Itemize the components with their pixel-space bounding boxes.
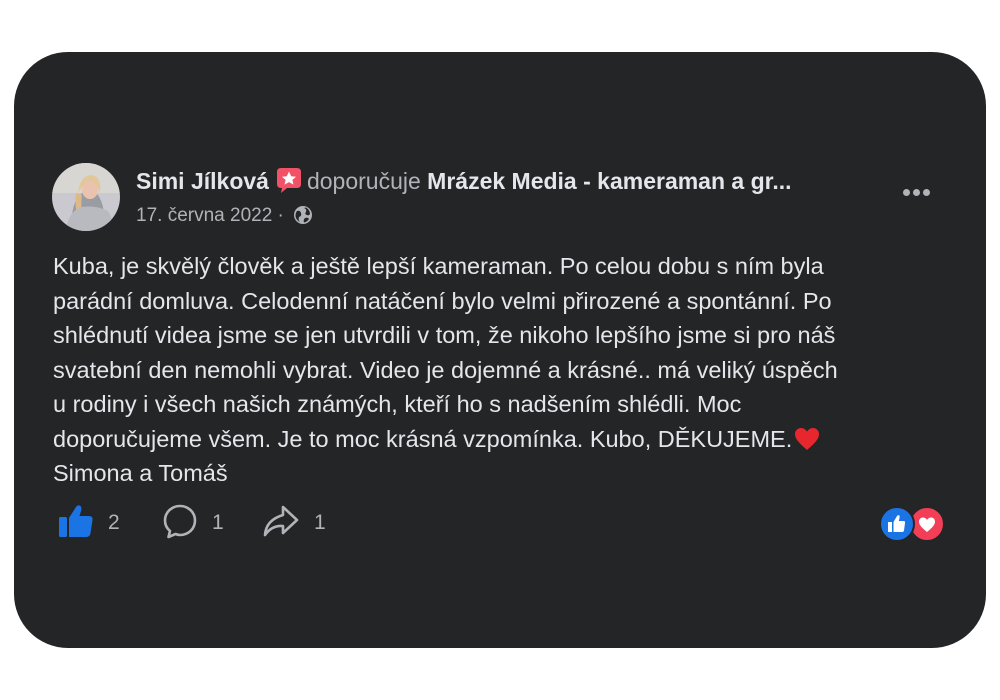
reaction-summary[interactable] [879,506,945,542]
body-line: Simona a Tomáš [53,460,228,486]
post-body: Kuba, je skvělý člověk a ještě lepší kam… [53,249,953,491]
more-icon [902,188,910,196]
like-reaction-icon [879,506,915,542]
post-date[interactable]: 17. června 2022 [136,205,272,226]
comment-count: 1 [212,511,224,534]
share-button[interactable]: 1 [262,502,326,544]
comment-button[interactable]: 1 [162,502,224,544]
share-icon [262,503,300,544]
like-count: 2 [108,511,120,534]
body-line: parádní domluva. Celodenní natáčení bylo… [53,287,832,314]
body-line-text: doporučujeme všem. Je to moc krásná vzpo… [53,425,793,452]
like-icon [58,503,94,544]
share-count: 1 [314,511,326,534]
post-header: Simi Jílková doporučuje Mrázek Media - ka… [136,165,792,197]
more-options-button[interactable] [896,180,936,204]
author-name[interactable]: Simi Jílková [136,168,269,194]
body-line: shlédnutí videa jsme se jen utvrdili v t… [53,322,836,348]
like-button[interactable]: 2 [58,502,120,544]
comment-icon [162,503,198,544]
globe-icon [293,205,313,225]
red-heart-icon [794,426,820,450]
body-line: u rodiny i všech našich známých, kteří h… [53,391,742,417]
meta-separator: · [277,205,284,226]
body-line: Kuba, je skvělý člověk a ještě lepší kam… [53,253,824,279]
body-line: doporučujeme všem. Je to moc krásná vzpo… [53,422,953,457]
post-meta: 17. června 2022 · [136,202,313,230]
star-badge-icon [275,168,303,194]
recommends-label: doporučuje [306,168,421,194]
page-name-link[interactable]: Mrázek Media - kameraman a gr... [427,168,791,194]
body-line: svatební den nemohli vybrat. Video je do… [53,356,838,383]
avatar[interactable] [52,163,120,231]
